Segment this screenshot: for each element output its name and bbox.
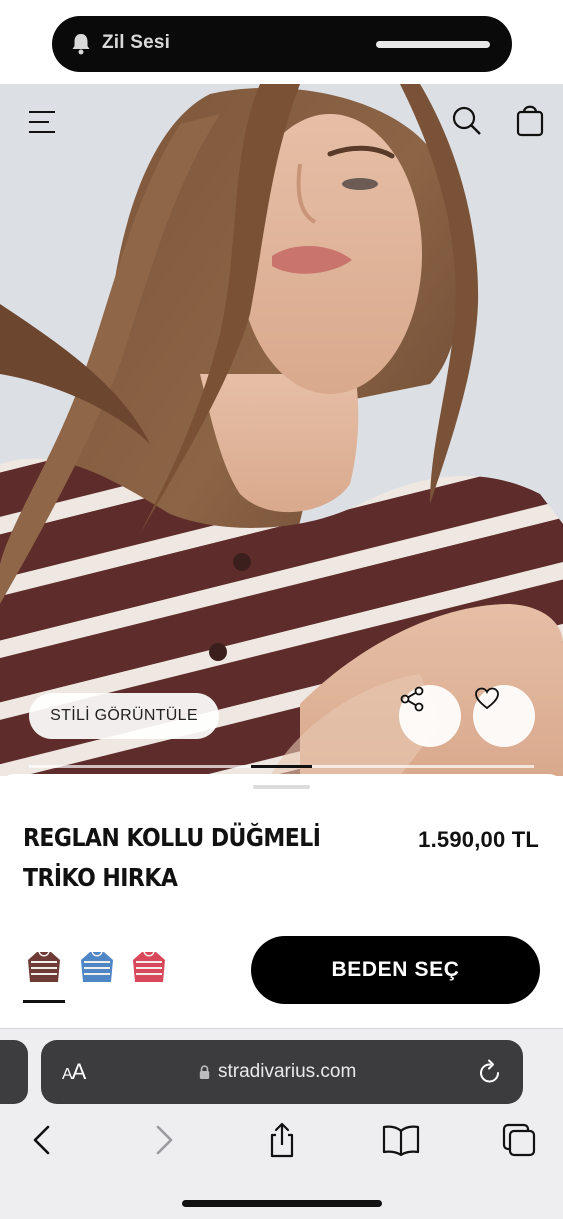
color-swatch-blue-stripe[interactable] [78, 948, 116, 986]
product-image[interactable]: STİLİ GÖRÜNTÜLE [0, 84, 563, 776]
select-size-button[interactable]: BEDEN SEÇ [251, 936, 540, 1004]
bookmarks-icon[interactable] [381, 1121, 421, 1159]
product-title: REGLAN KOLLU DÜĞMELİ TRİKO HIRKA [23, 823, 321, 892]
back-icon[interactable] [22, 1121, 62, 1159]
gallery-progress-fill [251, 765, 312, 768]
home-indicator [182, 1200, 382, 1207]
share-sheet-icon[interactable] [262, 1121, 302, 1159]
view-style-button[interactable]: STİLİ GÖRÜNTÜLE [29, 693, 219, 739]
text-size-small-label: A [62, 1066, 73, 1083]
tabs-icon[interactable] [500, 1121, 540, 1159]
text-size-large-label: A [71, 1059, 87, 1084]
lock-icon [199, 1064, 210, 1079]
gallery-progress [29, 765, 534, 768]
product-sheet: REGLAN KOLLU DÜĞMELİ TRİKO HIRKA 1.590,0… [0, 774, 563, 1030]
previous-tab[interactable] [0, 1040, 28, 1104]
live-activity-title: Zil Sesi [102, 32, 171, 53]
menu-icon[interactable] [22, 106, 62, 138]
live-activity-progress [376, 41, 490, 48]
status-bar: Zil Sesi [0, 0, 563, 84]
address-bar[interactable]: AA stradivarius.com [41, 1040, 523, 1104]
product-price: 1.590,00 TL [418, 827, 539, 852]
sheet-grabber[interactable] [253, 785, 310, 789]
color-swatch-maroon-stripe[interactable] [25, 948, 63, 986]
model-photo [0, 84, 563, 776]
browser-toolbar: AA stradivarius.com [0, 1028, 563, 1219]
heart-icon [475, 687, 499, 710]
reload-icon[interactable] [477, 1058, 503, 1086]
color-swatch-red-stripe[interactable] [130, 948, 168, 986]
url-text: stradivarius.com [218, 1061, 357, 1082]
favorite-button[interactable] [473, 685, 535, 747]
text-size-button[interactable]: AA [62, 1059, 87, 1085]
forward-icon[interactable] [144, 1121, 184, 1159]
selected-swatch-indicator [23, 1000, 65, 1003]
share-icon [400, 686, 424, 712]
bell-icon [72, 34, 90, 55]
search-icon[interactable] [448, 104, 488, 140]
dynamic-island[interactable]: Zil Sesi [52, 16, 512, 72]
url-display[interactable]: stradivarius.com [199, 1061, 356, 1083]
bag-icon[interactable] [510, 102, 550, 140]
share-button[interactable] [399, 685, 461, 747]
